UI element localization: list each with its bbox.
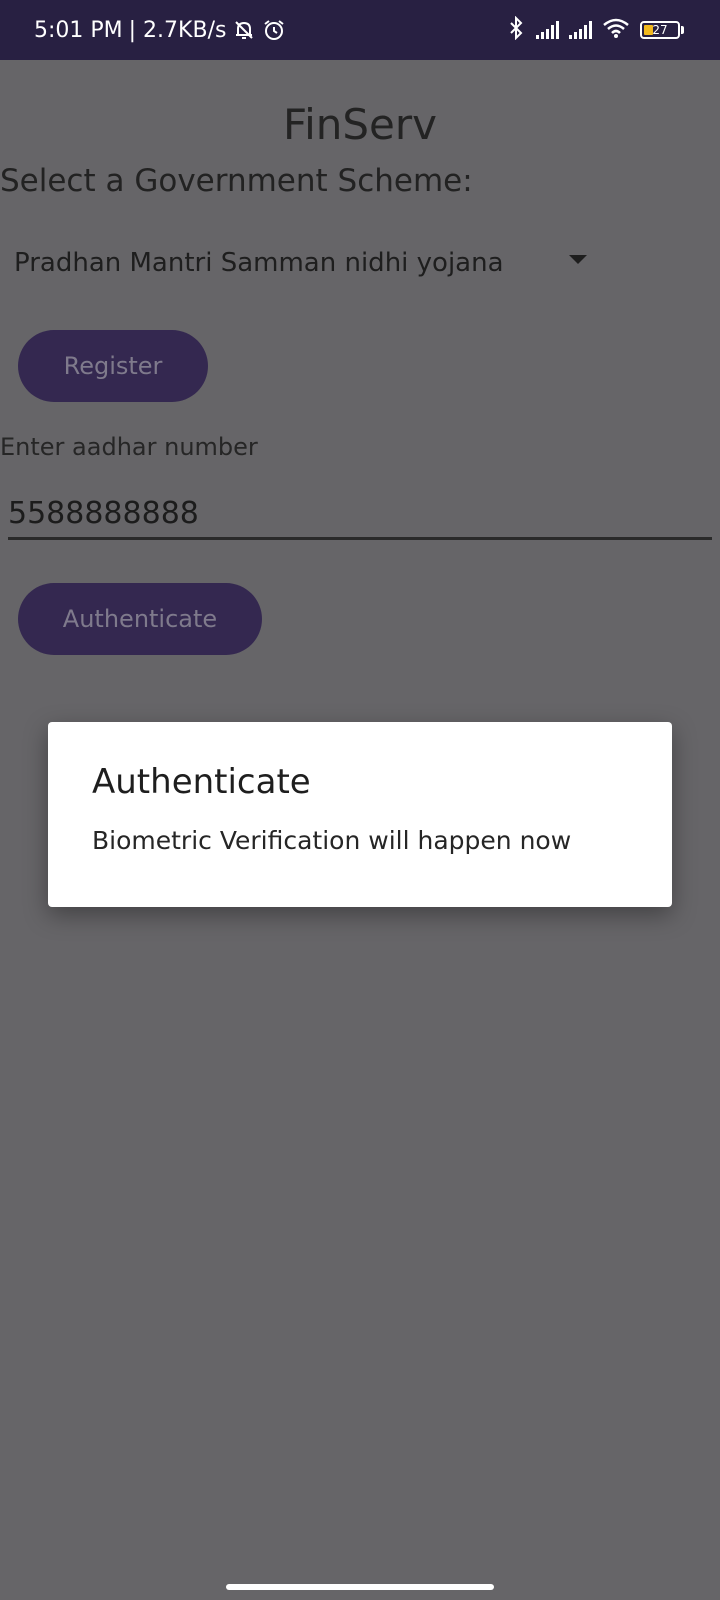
dialog-message: Biometric Verification will happen now [92,826,572,855]
scheme-label: Select a Government Scheme: [0,163,473,199]
scheme-dropdown[interactable]: Pradhan Mantri Samman nidhi yojana [14,240,594,286]
alarm-icon [262,18,286,42]
dropdown-arrow-icon [569,255,587,264]
status-right: 27 [506,0,684,60]
authenticate-button[interactable]: Authenticate [18,583,262,655]
dialog-title: Authenticate [92,762,311,802]
status-left: 5:01 PM | 2.7KB/s [34,0,286,60]
signal-icon [569,21,592,39]
scheme-selected-value: Pradhan Mantri Samman nidhi yojana [14,248,504,278]
signal-icon [536,21,559,39]
bell-muted-icon [232,18,256,42]
battery-level: 27 [652,23,668,37]
network-speed: | 2.7KB/s [128,17,227,43]
status-time: 5:01 PM [34,17,123,43]
status-bar: 5:01 PM | 2.7KB/s 27 [0,0,720,60]
authenticate-dialog: Authenticate Biometric Verification will… [48,722,672,907]
register-button[interactable]: Register [18,330,208,402]
battery-icon: 27 [640,21,684,39]
aadhar-input[interactable]: 5588888888 [8,492,712,540]
gesture-nav-handle[interactable] [226,1584,494,1590]
bluetooth-icon [506,15,526,45]
app-title: FinServ [282,100,437,149]
aadhar-label: Enter aadhar number [0,433,258,461]
wifi-icon [602,17,630,44]
